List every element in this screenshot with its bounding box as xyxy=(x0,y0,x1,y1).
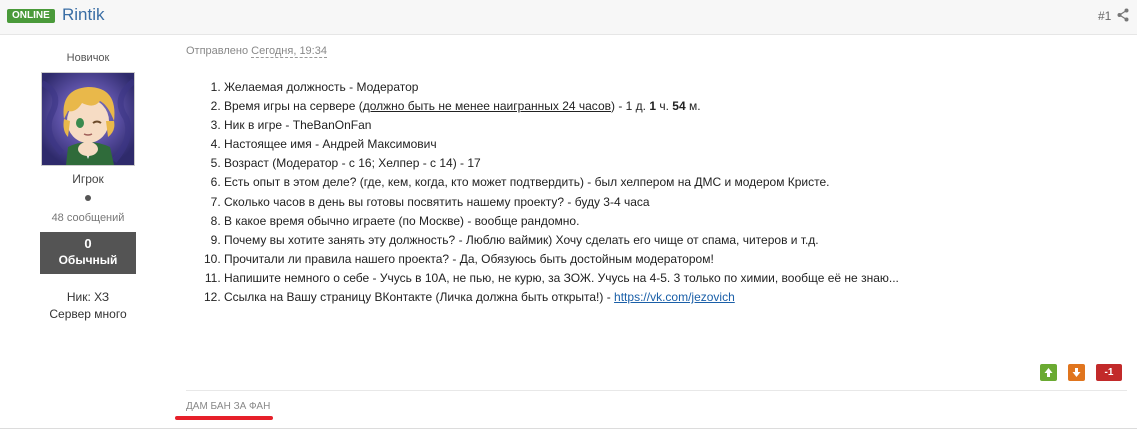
vote-down-button[interactable] xyxy=(1068,364,1085,381)
rank-title: Новичок xyxy=(66,52,110,64)
item-text: Ссылка на Вашу страницу ВКонтакте (Личка… xyxy=(224,290,615,305)
item-text: Почему вы хотите занять эту должность? -… xyxy=(224,232,819,247)
vk-link[interactable]: https://vk.com/jezovich xyxy=(614,290,735,304)
list-item: Настоящее имя - Андрей Максимович xyxy=(224,135,1126,154)
list-item: Ссылка на Вашу страницу ВКонтакте (Личка… xyxy=(224,288,1126,307)
signature-underline xyxy=(175,416,273,420)
field-nick: Ник: ХЗ xyxy=(66,290,110,304)
list-item: Желаемая должность - Модератор xyxy=(224,78,1126,97)
signature-divider xyxy=(186,390,1127,391)
list-item: Ник в игре - TheBanOnFan xyxy=(224,116,1126,135)
item-text: Ник в игре - TheBanOnFan xyxy=(224,118,372,133)
item-text: Сколько часов в день вы готовы посвятить… xyxy=(224,194,650,209)
reputation-box: 0 Обычный xyxy=(40,232,136,274)
item-text: Настоящее имя - Андрей Максимович xyxy=(224,137,437,152)
list-item: В какое время обычно играете (по Москве)… xyxy=(224,212,1126,231)
post-number-link[interactable]: #1 xyxy=(1098,9,1111,23)
author-sidebar: Новичок Игрок 48 сообщений 0 Обычный Ник… xyxy=(0,35,176,395)
application-list: Желаемая должность - Модератор Время игр… xyxy=(186,78,1126,307)
signature-text: ДАМ БАН ЗА ФАН xyxy=(186,401,271,412)
item-text: Желаемая должность - Модератор xyxy=(224,80,419,94)
list-item: Сколько часов в день вы готовы посвятить… xyxy=(224,193,1126,212)
vote-score: -1 xyxy=(1096,364,1122,381)
item-text: В какое время обычно играете (по Москве)… xyxy=(224,213,580,228)
online-badge: ONLINE xyxy=(7,9,55,23)
reputation-label: Обычный xyxy=(58,253,118,267)
list-item: Возраст (Модератор - с 16; Хелпер - с 14… xyxy=(224,154,1126,173)
item-underlined-text: должно быть не менее наигранных 24 часов xyxy=(362,99,611,114)
group-icon xyxy=(85,195,91,201)
avatar[interactable] xyxy=(41,72,135,166)
list-item: Есть опыт в этом деле? (где, кем, когда,… xyxy=(224,173,1126,192)
group-name: Игрок xyxy=(72,172,104,186)
item-text: ) - 1 д. xyxy=(611,99,650,114)
reputation-value: 0 xyxy=(84,236,92,251)
item-text: м. xyxy=(685,99,701,114)
post-body: Желаемая должность - Модератор Время игр… xyxy=(186,78,1126,307)
field-server: Сервер много xyxy=(49,307,127,321)
item-text: Возраст (Модератор - с 16; Хелпер - с 14… xyxy=(224,156,481,171)
posted-line: Отправлено Сегодня, 19:34 xyxy=(186,45,327,58)
author-name-link[interactable]: Rintik xyxy=(62,5,105,25)
arrow-up-icon xyxy=(1044,368,1053,377)
list-item: Время игры на сервере (должно быть не ме… xyxy=(224,97,1126,116)
list-item: Почему вы хотите занять эту должность? -… xyxy=(224,231,1126,250)
anime-avatar-icon xyxy=(42,73,134,165)
item-text: Напишите немного о себе - Учусь в 10А, н… xyxy=(224,270,899,285)
post-count: 48 сообщений xyxy=(51,212,125,224)
item-text: Время игры на сервере ( xyxy=(224,99,363,114)
posted-prefix: Отправлено xyxy=(186,45,252,57)
list-item: Напишите немного о себе - Учусь в 10А, н… xyxy=(224,269,1126,288)
item-bold-minutes: 54 xyxy=(672,99,686,114)
share-icon[interactable] xyxy=(1117,8,1129,22)
arrow-down-icon xyxy=(1072,368,1081,377)
post-header: ONLINE Rintik #1 xyxy=(0,0,1137,35)
list-item: Прочитали ли правила нашего проекта? - Д… xyxy=(224,250,1126,269)
item-text: Прочитали ли правила нашего проекта? - Д… xyxy=(224,251,714,266)
item-text: Есть опыт в этом деле? (где, кем, когда,… xyxy=(224,175,830,190)
posted-date: Сегодня, 19:34 xyxy=(251,45,327,58)
vote-up-button[interactable] xyxy=(1040,364,1057,381)
item-text: ч. xyxy=(656,99,673,114)
